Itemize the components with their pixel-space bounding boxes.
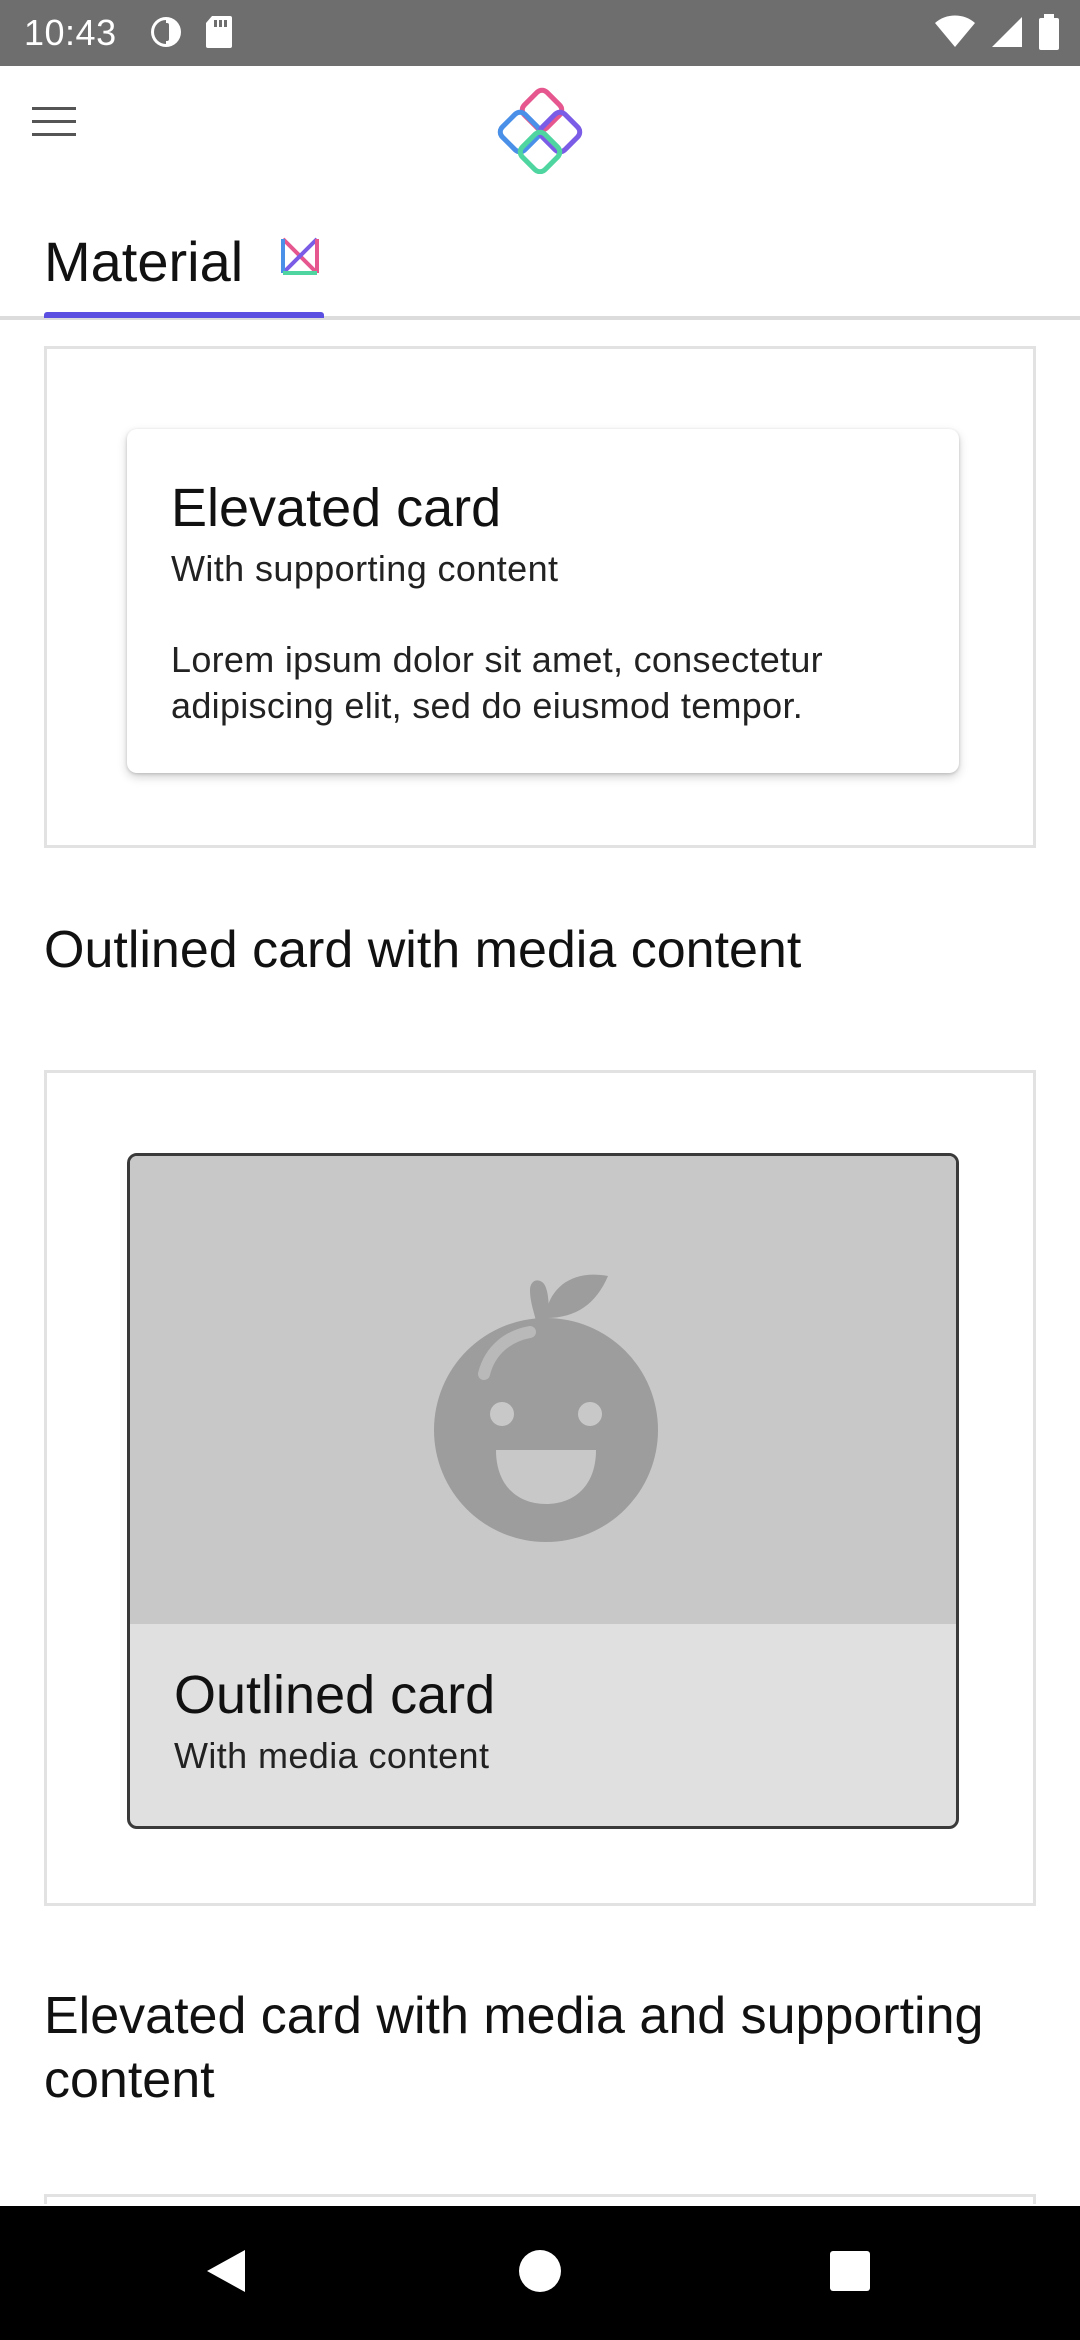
back-icon — [201, 2246, 249, 2301]
home-button[interactable] — [505, 2238, 575, 2308]
home-icon — [517, 2248, 563, 2299]
outlined-card-title: Outlined card — [174, 1665, 496, 1725]
card-media — [130, 1156, 956, 1624]
top-app-bar — [0, 66, 1080, 216]
elevated-card-title: Elevated card — [171, 478, 502, 538]
elevated-media-demo-frame — [44, 2194, 1036, 2204]
tab-material-label: Material — [44, 230, 244, 293]
compose-catalog-logo — [496, 86, 584, 175]
status-time: 10:43 — [24, 12, 117, 53]
sd-card-icon — [204, 14, 234, 55]
material-logo-icon — [280, 236, 320, 276]
recents-icon — [828, 2249, 872, 2298]
outlined-card-subtitle: With media content — [174, 1735, 490, 1776]
tab-indicator — [44, 312, 324, 318]
outlined-card-demo-frame: Outlined card With media content — [44, 1070, 1036, 1906]
elevated-card-demo-frame: Elevated card With supporting content Lo… — [44, 346, 1036, 848]
cell-signal-icon — [990, 15, 1024, 54]
content-scroll[interactable]: Elevated card With supporting content Lo… — [0, 324, 1080, 2204]
elevated-card[interactable]: Elevated card With supporting content Lo… — [127, 429, 959, 773]
back-button[interactable] — [190, 2238, 260, 2308]
hamburger-menu-icon — [32, 105, 76, 144]
data-saver-icon — [148, 14, 184, 55]
battery-icon — [1038, 14, 1060, 55]
status-bar: 10:43 — [0, 0, 1080, 66]
tab-material[interactable]: Material — [44, 216, 324, 318]
system-nav-bar — [0, 2206, 1080, 2340]
outlined-section-heading: Outlined card with media content — [44, 921, 802, 979]
elevated-media-section-heading: Elevated card with media and supporting … — [44, 1987, 984, 2109]
status-left-icons — [148, 14, 234, 55]
wifi-icon — [934, 15, 976, 54]
elevated-card-subtitle: With supporting content — [171, 548, 559, 589]
fruit-face-placeholder-icon — [426, 1242, 666, 1542]
outlined-card[interactable]: Outlined card With media content — [127, 1153, 959, 1829]
recents-button[interactable] — [815, 2238, 885, 2308]
status-right-icons — [934, 14, 1060, 55]
tab-row: Material — [0, 216, 1080, 320]
menu-button[interactable] — [24, 94, 84, 154]
elevated-card-body: Lorem ipsum dolor sit amet, consectetur … — [171, 639, 823, 726]
